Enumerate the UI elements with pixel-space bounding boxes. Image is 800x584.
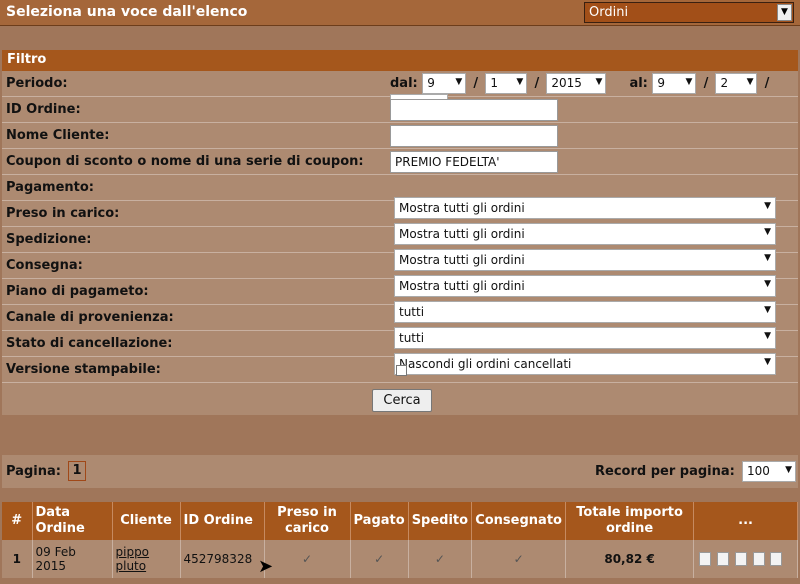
table-row: 1 09 Feb 2015 pippo pluto 452798328 ✓ ✓ … bbox=[2, 540, 798, 578]
dal-year-select[interactable]: 2015 ▼ bbox=[546, 73, 607, 94]
spedizione-label: Spedizione: bbox=[6, 232, 92, 247]
id-ordine-label: ID Ordine: bbox=[6, 102, 81, 117]
page-1-link[interactable]: 1 bbox=[68, 461, 86, 481]
stato-label: Stato di cancellazione: bbox=[6, 336, 173, 351]
col-spedito: Spedito bbox=[408, 502, 473, 540]
al-month-select[interactable]: 2 ▼ bbox=[715, 73, 758, 94]
col-totale: Totale importo ordine bbox=[565, 502, 695, 540]
row-coupon: Coupon di sconto o nome di una serie di … bbox=[2, 149, 798, 175]
button-row: Cerca bbox=[2, 383, 798, 415]
consegna-label: Consegna: bbox=[6, 258, 83, 273]
dal-month-select[interactable]: 1 ▼ bbox=[485, 73, 528, 94]
row-id-ordine: ID Ordine: bbox=[2, 97, 798, 123]
top-bar: Seleziona una voce dall'elenco Ordini ▼ bbox=[0, 0, 800, 26]
al-label: al: bbox=[629, 76, 648, 91]
versione-label: Versione stampabile: bbox=[6, 362, 161, 377]
piano-label: Piano di pagameto: bbox=[6, 284, 149, 299]
row-piano: Piano di pagameto: tutti ▼ bbox=[2, 279, 798, 323]
preso-label: Preso in carico: bbox=[6, 206, 120, 221]
row-total: 80,82 € bbox=[565, 540, 695, 578]
pdf-icon[interactable] bbox=[734, 552, 747, 567]
row-periodo: Periodo: dal: 9 ▼ / 1 ▼ / 2015 ▼ al: 9 ▼ / 2… bbox=[2, 71, 798, 115]
chevron-down-icon: ▼ bbox=[685, 77, 693, 87]
row-pagamento: Pagamento: Mostra tutti gli ordini ▼ bbox=[2, 175, 798, 219]
row-spedizione: Spedizione: Mostra tutti gli ordini ▼ bbox=[2, 227, 798, 271]
copy-icon[interactable] bbox=[752, 552, 765, 567]
row-client-link[interactable]: pippo pluto bbox=[112, 540, 181, 578]
chevron-down-icon: ▼ bbox=[785, 465, 792, 475]
row-canale: Canale di provenienza: tutti ▼ bbox=[2, 305, 798, 349]
dal-day-select[interactable]: 9 ▼ bbox=[422, 73, 467, 94]
chevron-down-icon: ▼ bbox=[595, 77, 603, 87]
row-stato: Stato di cancellazione: Nascondi gli ord… bbox=[2, 331, 798, 375]
row-nome-cliente: Nome Cliente: bbox=[2, 123, 798, 149]
chevron-down-icon[interactable]: ▼ bbox=[777, 4, 792, 21]
col-pagato: Pagato bbox=[350, 502, 409, 540]
consegnato-check-icon: ✓ bbox=[471, 540, 567, 578]
col-id: ID Ordine bbox=[180, 502, 265, 540]
id-ordine-input[interactable] bbox=[390, 99, 558, 121]
al-day-select[interactable]: 9 ▼ bbox=[652, 73, 697, 94]
delete-icon[interactable] bbox=[770, 552, 783, 567]
row-id: 452798328 bbox=[180, 540, 265, 578]
col-num: # bbox=[2, 502, 33, 540]
row-consegna: Consegna: Mostra tutti gli ordini ▼ bbox=[2, 253, 798, 297]
dal-label: dal: bbox=[390, 76, 418, 91]
orders-table: # Data Ordine Cliente ID Ordine Preso in… bbox=[2, 502, 798, 578]
row-preso: Preso in carico: Mostra tutti gli ordini… bbox=[2, 201, 798, 245]
row-num: 1 bbox=[2, 540, 33, 578]
row-versione: Versione stampabile: bbox=[2, 357, 798, 383]
col-consegnato: Consegnato bbox=[471, 502, 567, 540]
mouse-cursor-icon: ➤ bbox=[258, 556, 274, 577]
top-bar-title: Seleziona una voce dall'elenco bbox=[6, 4, 248, 20]
col-client: Cliente bbox=[112, 502, 181, 540]
row-actions bbox=[693, 540, 798, 578]
col-preso: Preso in carico bbox=[264, 502, 351, 540]
filter-panel: Filtro Periodo: dal: 9 ▼ / 1 ▼ / 2015 ▼ al:… bbox=[2, 50, 798, 415]
col-date: Data Ordine bbox=[32, 502, 113, 540]
chevron-down-icon: ▼ bbox=[746, 77, 754, 87]
pagato-check-icon: ✓ bbox=[350, 540, 409, 578]
section-select[interactable]: Ordini ▼ bbox=[584, 2, 794, 23]
pager: Pagina: 1 Record per pagina: 100 ▼ bbox=[2, 455, 798, 488]
pagamento-label: Pagamento: bbox=[6, 180, 94, 195]
col-actions: ... bbox=[693, 502, 798, 540]
row-date: 09 Feb 2015 bbox=[32, 540, 113, 578]
spedito-check-icon: ✓ bbox=[408, 540, 473, 578]
coupon-label: Coupon di sconto o nome di una serie di … bbox=[6, 154, 364, 169]
preso-check-icon: ✓ bbox=[264, 540, 351, 578]
table-header: # Data Ordine Cliente ID Ordine Preso in… bbox=[2, 502, 798, 540]
search-button[interactable]: Cerca bbox=[372, 389, 432, 412]
periodo-label: Periodo: bbox=[6, 76, 68, 91]
records-per-page-select[interactable]: 100 ▼ bbox=[742, 461, 796, 482]
canale-label: Canale di provenienza: bbox=[6, 310, 174, 325]
section-select-value: Ordini bbox=[589, 5, 629, 20]
chevron-down-icon: ▼ bbox=[455, 77, 463, 87]
nome-cliente-input[interactable] bbox=[390, 125, 558, 147]
page-label: Pagina: bbox=[6, 464, 61, 479]
coupon-input[interactable]: PREMIO FEDELTA' bbox=[390, 151, 558, 173]
nome-cliente-label: Nome Cliente: bbox=[6, 128, 110, 143]
records-value: 100 bbox=[747, 464, 770, 478]
view-order-icon[interactable] bbox=[699, 552, 712, 567]
versione-checkbox[interactable] bbox=[396, 365, 407, 376]
edit-order-icon[interactable] bbox=[716, 552, 729, 567]
filter-title: Filtro bbox=[2, 50, 798, 71]
records-label: Record per pagina: bbox=[595, 464, 735, 479]
chevron-down-icon: ▼ bbox=[516, 77, 524, 87]
